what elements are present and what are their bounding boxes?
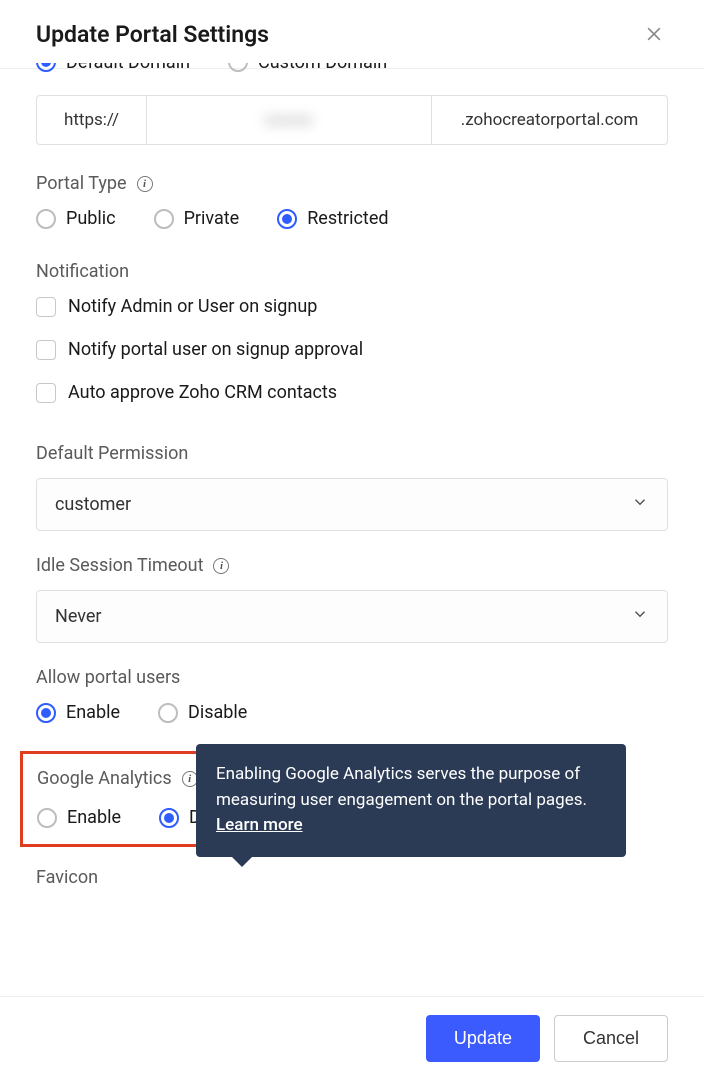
radio-icon [228,63,248,72]
radio-icon [36,63,56,72]
radio-default-domain[interactable]: Default Domain [36,63,190,73]
portal-type-label: Portal Type i [36,173,668,194]
checkbox-label: Notify Admin or User on signup [68,296,317,317]
info-icon[interactable]: i [137,176,153,192]
domain-suffix: .zohocreatorportal.com [432,96,667,144]
checkbox-icon [36,340,56,360]
dialog-footer: Update Cancel [0,996,704,1080]
select-value: Never [55,606,102,627]
radio-self-signup-disable[interactable]: Disable [158,702,247,723]
radio-label: Enable [66,702,120,723]
checkbox-label: Notify portal user on signup approval [68,339,363,360]
radio-public[interactable]: Public [36,208,116,229]
label-text: Portal Type [36,173,127,194]
chevron-down-icon [631,605,649,628]
close-button[interactable] [640,20,668,48]
chevron-down-icon [631,493,649,516]
checkbox-notify-user[interactable]: Notify portal user on signup approval [36,339,668,360]
radio-label: Private [184,208,240,229]
label-text: Google Analytics [37,768,172,789]
radio-label: Public [66,208,116,229]
idle-timeout-label: Idle Session Timeout i [36,555,668,576]
subdomain-value: xxxxx [265,110,313,130]
domain-prefix: https:// [37,96,147,144]
cancel-button[interactable]: Cancel [554,1015,668,1062]
radio-custom-domain[interactable]: Custom Domain [228,63,387,73]
radio-icon [277,209,297,229]
default-permission-select[interactable]: customer [36,478,668,531]
domain-input-row: https:// xxxxx .zohocreatorportal.com [36,95,668,145]
checkbox-auto-approve[interactable]: Auto approve Zoho CRM contacts [36,382,668,403]
dialog-title: Update Portal Settings [36,21,269,48]
notification-label: Notification [36,261,668,282]
subdomain-input[interactable]: xxxxx [147,96,432,144]
idle-timeout-select[interactable]: Never [36,590,668,643]
radio-restricted[interactable]: Restricted [277,208,388,229]
dialog-header: Update Portal Settings [0,0,704,69]
radio-label: Enable [67,807,121,828]
checkbox-icon [36,297,56,317]
label-text: Idle Session Timeout [36,555,203,576]
checkbox-icon [36,383,56,403]
allow-self-signup-label: Allow portal users [36,667,668,688]
radio-label: Custom Domain [258,63,387,73]
radio-label: Default Domain [66,63,190,73]
checkbox-label: Auto approve Zoho CRM contacts [68,382,337,403]
update-button[interactable]: Update [426,1015,540,1062]
select-value: customer [55,494,131,515]
radio-icon [159,808,179,828]
radio-icon [154,209,174,229]
radio-label: Disable [188,702,247,723]
radio-icon [158,703,178,723]
radio-private[interactable]: Private [154,208,240,229]
favicon-label: Favicon [36,867,668,888]
radio-icon [36,209,56,229]
tooltip-learn-more-link[interactable]: Learn more [216,815,303,835]
domain-type-radio-group: Default Domain Custom Domain [36,63,668,81]
radio-self-signup-enable[interactable]: Enable [36,702,120,723]
allow-self-signup-radio-group: Enable Disable [36,702,668,723]
default-permission-label: Default Permission [36,443,668,464]
tooltip-text: Enabling Google Analytics serves the pur… [216,764,587,810]
info-icon[interactable]: i [213,558,229,574]
close-icon [644,24,664,44]
google-analytics-tooltip: Enabling Google Analytics serves the pur… [196,744,626,857]
portal-type-radio-group: Public Private Restricted [36,208,668,229]
update-portal-settings-dialog: Update Portal Settings Default Domain Cu… [0,0,704,1080]
radio-label: Restricted [307,208,388,229]
checkbox-notify-admin[interactable]: Notify Admin or User on signup [36,296,668,317]
radio-icon [36,703,56,723]
radio-icon [37,808,57,828]
radio-ga-enable[interactable]: Enable [37,807,121,828]
